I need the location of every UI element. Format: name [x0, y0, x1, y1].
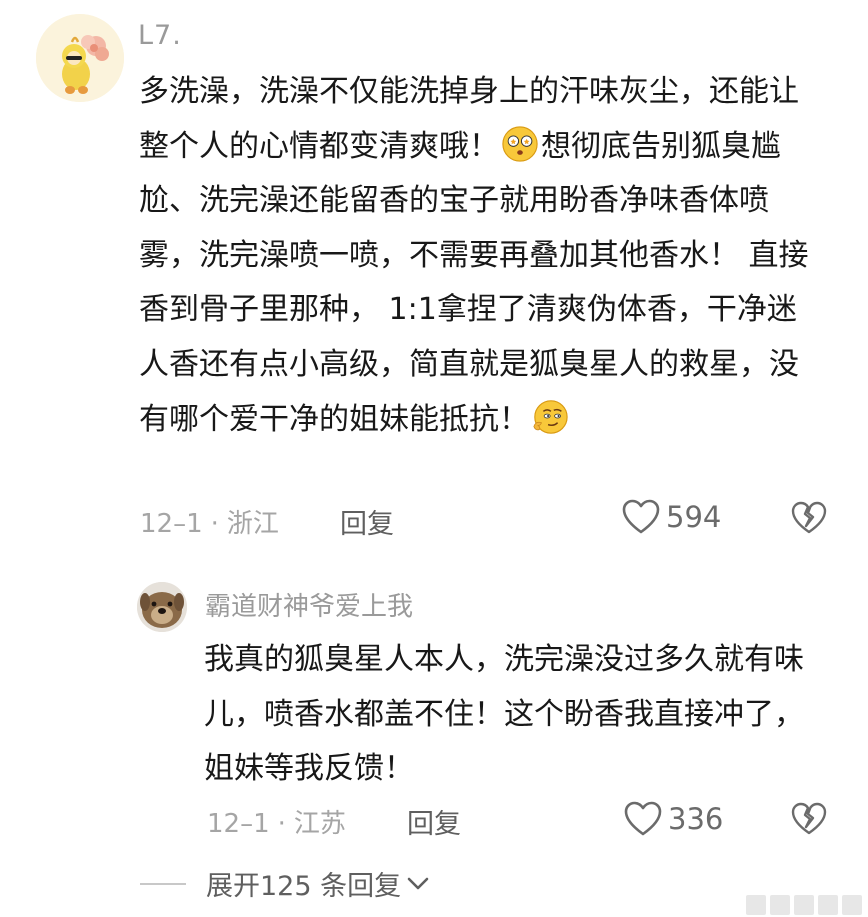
watermark-block: [746, 895, 766, 915]
comment-like-button[interactable]: 594: [622, 499, 721, 535]
teletubby-avatar-icon: [36, 14, 124, 102]
heart-outline-icon: [622, 499, 660, 534]
reply-meta: 12–1 · 江苏: [207, 803, 346, 840]
avatar[interactable]: [36, 14, 124, 102]
comment-date: 12–1: [140, 509, 203, 539]
reply-like-count: 336: [668, 802, 724, 836]
comment-dislike-button[interactable]: [791, 501, 827, 539]
watermark-block: [842, 895, 862, 915]
divider-line: [140, 882, 186, 885]
comment-username[interactable]: L7.: [138, 20, 182, 51]
watermark: [746, 895, 862, 915]
reply-location: 江苏: [293, 809, 346, 839]
expand-replies-row[interactable]: 展开125 条回复: [140, 864, 429, 903]
comment-like-count: 594: [666, 500, 722, 534]
broken-heart-icon: [791, 802, 827, 835]
chevron-down-icon[interactable]: [407, 877, 429, 891]
reply-like-button[interactable]: 336: [624, 801, 723, 837]
comment-text-part2: 想彻底告别狐臭尴尬、洗完澡还能留香的宝子就用盼香净味香体喷雾，洗完澡喷一喷，不需…: [139, 128, 809, 437]
reply-reply-button[interactable]: 回复: [407, 802, 461, 841]
watermark-block: [794, 895, 814, 915]
comment-thread: L7. 多洗澡，洗澡不仅能洗掉身上的汗味灰尘，还能让整个人的心情都变清爽哦！ 想…: [0, 0, 868, 917]
comment-meta: 12–1 · 浙江: [140, 503, 279, 540]
reply-text: 我真的狐臭星人本人，洗完澡没过多久就有味儿，喷香水都盖不住！这个盼香我直接冲了，…: [204, 642, 804, 787]
comment-reply-button[interactable]: 回复: [340, 502, 394, 541]
reply-avatar[interactable]: [137, 582, 187, 632]
comment-location: 浙江: [226, 509, 279, 539]
heart-eyes-emoji-icon: [502, 125, 538, 162]
heart-outline-icon: [624, 801, 662, 836]
watermark-block: [818, 895, 838, 915]
dog-avatar-icon: [137, 582, 187, 632]
meta-separator: ·: [277, 809, 286, 839]
expand-replies-button[interactable]: 展开125 条回复: [206, 864, 401, 903]
reply-dislike-button[interactable]: [791, 802, 827, 840]
comment-text: 多洗澡，洗澡不仅能洗掉身上的汗味灰尘，还能让整个人的心情都变清爽哦！ 想彻底告别…: [139, 65, 811, 447]
reply-date: 12–1: [207, 809, 270, 839]
smirk-emoji-icon: [533, 399, 568, 434]
watermark-block: [770, 895, 790, 915]
broken-heart-icon: [791, 501, 827, 534]
reply-username[interactable]: 霸道财神爷爱上我: [205, 586, 413, 623]
meta-separator: ·: [210, 509, 219, 539]
